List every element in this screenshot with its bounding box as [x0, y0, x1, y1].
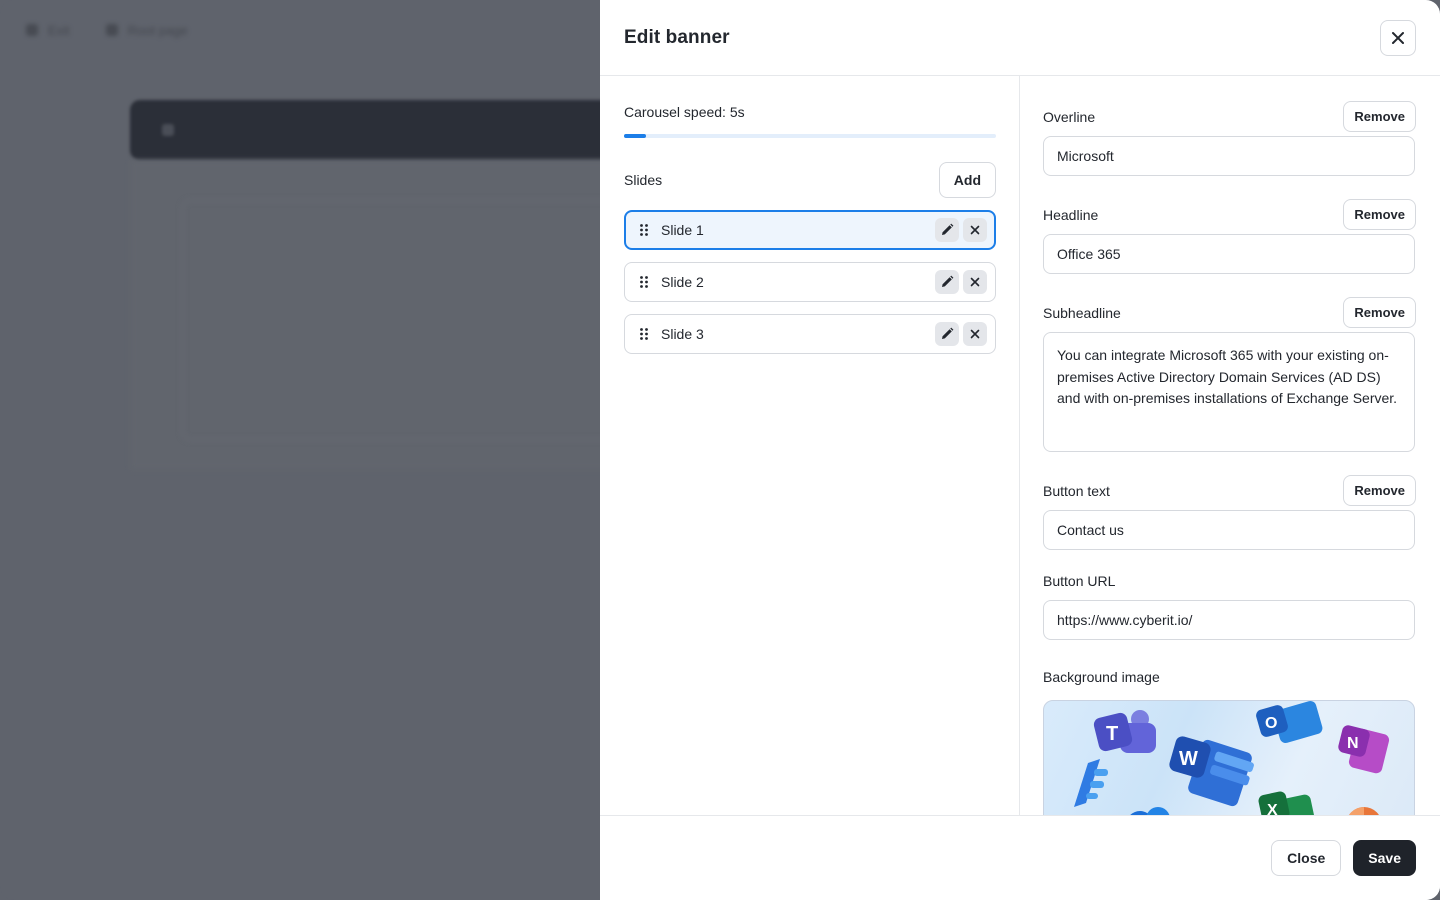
add-slide-button[interactable]: Add: [938, 162, 996, 198]
pencil-icon: [942, 275, 954, 287]
edit-slide-button[interactable]: [935, 270, 959, 294]
edit-slide-button[interactable]: [935, 218, 959, 242]
background-root-page-label: Root page: [127, 22, 188, 38]
svg-text:W: W: [1179, 748, 1198, 770]
close-icon: [970, 329, 980, 339]
delete-slide-button[interactable]: [963, 322, 987, 346]
remove-subheadline-button[interactable]: Remove: [1343, 297, 1416, 328]
carousel-speed-fill[interactable]: [624, 134, 647, 138]
slide-label: Slide 2: [661, 274, 704, 290]
slide-list: Slide 1 Slide 2 Slide 3: [624, 210, 996, 354]
drag-handle-icon[interactable]: [639, 276, 649, 288]
remove-overline-button[interactable]: Remove: [1343, 101, 1416, 132]
excel-icon: X: [1258, 791, 1317, 815]
background-image-preview[interactable]: T W O N X: [1043, 700, 1415, 815]
edit-slide-button[interactable]: [935, 322, 959, 346]
drawer-body: Carousel speed: 5s Slides Add Slide 1 Sl…: [600, 76, 1440, 815]
pencil-icon: [942, 223, 954, 235]
overline-field-header: Overline Remove: [1043, 101, 1416, 132]
button-text-label: Button text: [1043, 482, 1110, 499]
slide-label: Slide 1: [661, 222, 704, 238]
background-image-field: Background image T W O N X: [1043, 666, 1416, 815]
close-button[interactable]: Close: [1271, 840, 1342, 876]
remove-button-text-button[interactable]: Remove: [1343, 475, 1416, 506]
overline-input[interactable]: Microsoft: [1043, 136, 1415, 176]
headline-input[interactable]: Office 365: [1043, 234, 1415, 274]
svg-text:T: T: [1106, 723, 1118, 745]
background-image-label: Background image: [1043, 669, 1160, 685]
close-icon: [970, 225, 980, 235]
svg-text:O: O: [1265, 715, 1277, 732]
background-root-page-item: Root page: [105, 22, 188, 38]
subheadline-field: Subheadline Remove You can integrate Mic…: [1043, 297, 1416, 452]
slide-item-2[interactable]: Slide 2: [624, 262, 996, 302]
button-text-field: Button text Remove Contact us: [1043, 475, 1416, 550]
word-icon: W: [1169, 736, 1254, 807]
delete-slide-button[interactable]: [963, 270, 987, 294]
slide-label: Slide 3: [661, 326, 704, 342]
headline-field: Headline Remove Office 365: [1043, 199, 1416, 274]
close-icon: [1392, 31, 1404, 44]
headline-label: Headline: [1043, 206, 1099, 223]
overline-field: Overline Remove Microsoft: [1043, 101, 1416, 176]
headline-field-header: Headline Remove: [1043, 199, 1416, 230]
svg-text:X: X: [1267, 802, 1278, 815]
page-icon: [105, 24, 118, 36]
office-apps-illustration: T W O N X: [1074, 701, 1390, 815]
overline-label: Overline: [1043, 108, 1096, 125]
pencil-icon: [942, 327, 954, 339]
drawer-title: Edit banner: [624, 26, 730, 48]
powerpoint-icon: [1349, 807, 1379, 815]
background-exit-label: Exit: [48, 22, 70, 38]
background-exit-item: Exit: [26, 23, 70, 38]
button-url-label: Button URL: [1043, 573, 1116, 589]
button-text-input[interactable]: Contact us: [1043, 510, 1415, 550]
close-icon: [970, 277, 980, 287]
save-button[interactable]: Save: [1353, 840, 1416, 876]
subheadline-textarea[interactable]: You can integrate Microsoft 365 with you…: [1043, 332, 1415, 452]
outlook-icon: O: [1256, 701, 1323, 743]
slides-label: Slides: [624, 172, 663, 188]
delete-slide-button[interactable]: [963, 218, 987, 242]
button-url-field: Button URL https://www.cyberit.io/: [1043, 570, 1416, 640]
slide-item-1[interactable]: Slide 1: [624, 210, 996, 250]
slides-header: Slides Add: [624, 162, 996, 198]
drawer-footer: Close Save: [600, 815, 1440, 900]
background-card-icon: [162, 124, 174, 136]
viva-icon: [1074, 759, 1108, 807]
onedrive-icon: [1130, 807, 1170, 815]
edit-banner-drawer: Edit banner Carousel speed: 5s Slides Ad…: [600, 0, 1440, 900]
exit-icon: [26, 24, 38, 36]
subheadline-field-header: Subheadline Remove: [1043, 297, 1416, 328]
drag-handle-icon[interactable]: [639, 224, 649, 236]
subheadline-label: Subheadline: [1043, 304, 1121, 321]
background-panel-inner: [182, 200, 652, 440]
carousel-speed-slider[interactable]: [624, 134, 996, 138]
carousel-speed-label: Carousel speed: 5s: [624, 104, 745, 120]
svg-text:N: N: [1347, 735, 1359, 752]
button-url-field-header: Button URL: [1043, 570, 1416, 592]
drag-handle-icon[interactable]: [639, 328, 649, 340]
slide-item-3[interactable]: Slide 3: [624, 314, 996, 354]
close-drawer-button[interactable]: [1380, 19, 1416, 56]
background-banner-card: [130, 100, 650, 160]
button-url-input[interactable]: https://www.cyberit.io/: [1043, 600, 1415, 640]
slides-column: Carousel speed: 5s Slides Add Slide 1 Sl…: [600, 76, 1020, 815]
button-text-field-header: Button text Remove: [1043, 475, 1416, 506]
background-image-field-header: Background image: [1043, 666, 1416, 688]
remove-headline-button[interactable]: Remove: [1343, 199, 1416, 230]
slide-fields-column: Overline Remove Microsoft Headline Remov…: [1020, 76, 1440, 815]
drawer-header: Edit banner: [600, 0, 1440, 76]
onenote-icon: N: [1338, 725, 1390, 774]
teams-icon: T: [1093, 710, 1156, 753]
